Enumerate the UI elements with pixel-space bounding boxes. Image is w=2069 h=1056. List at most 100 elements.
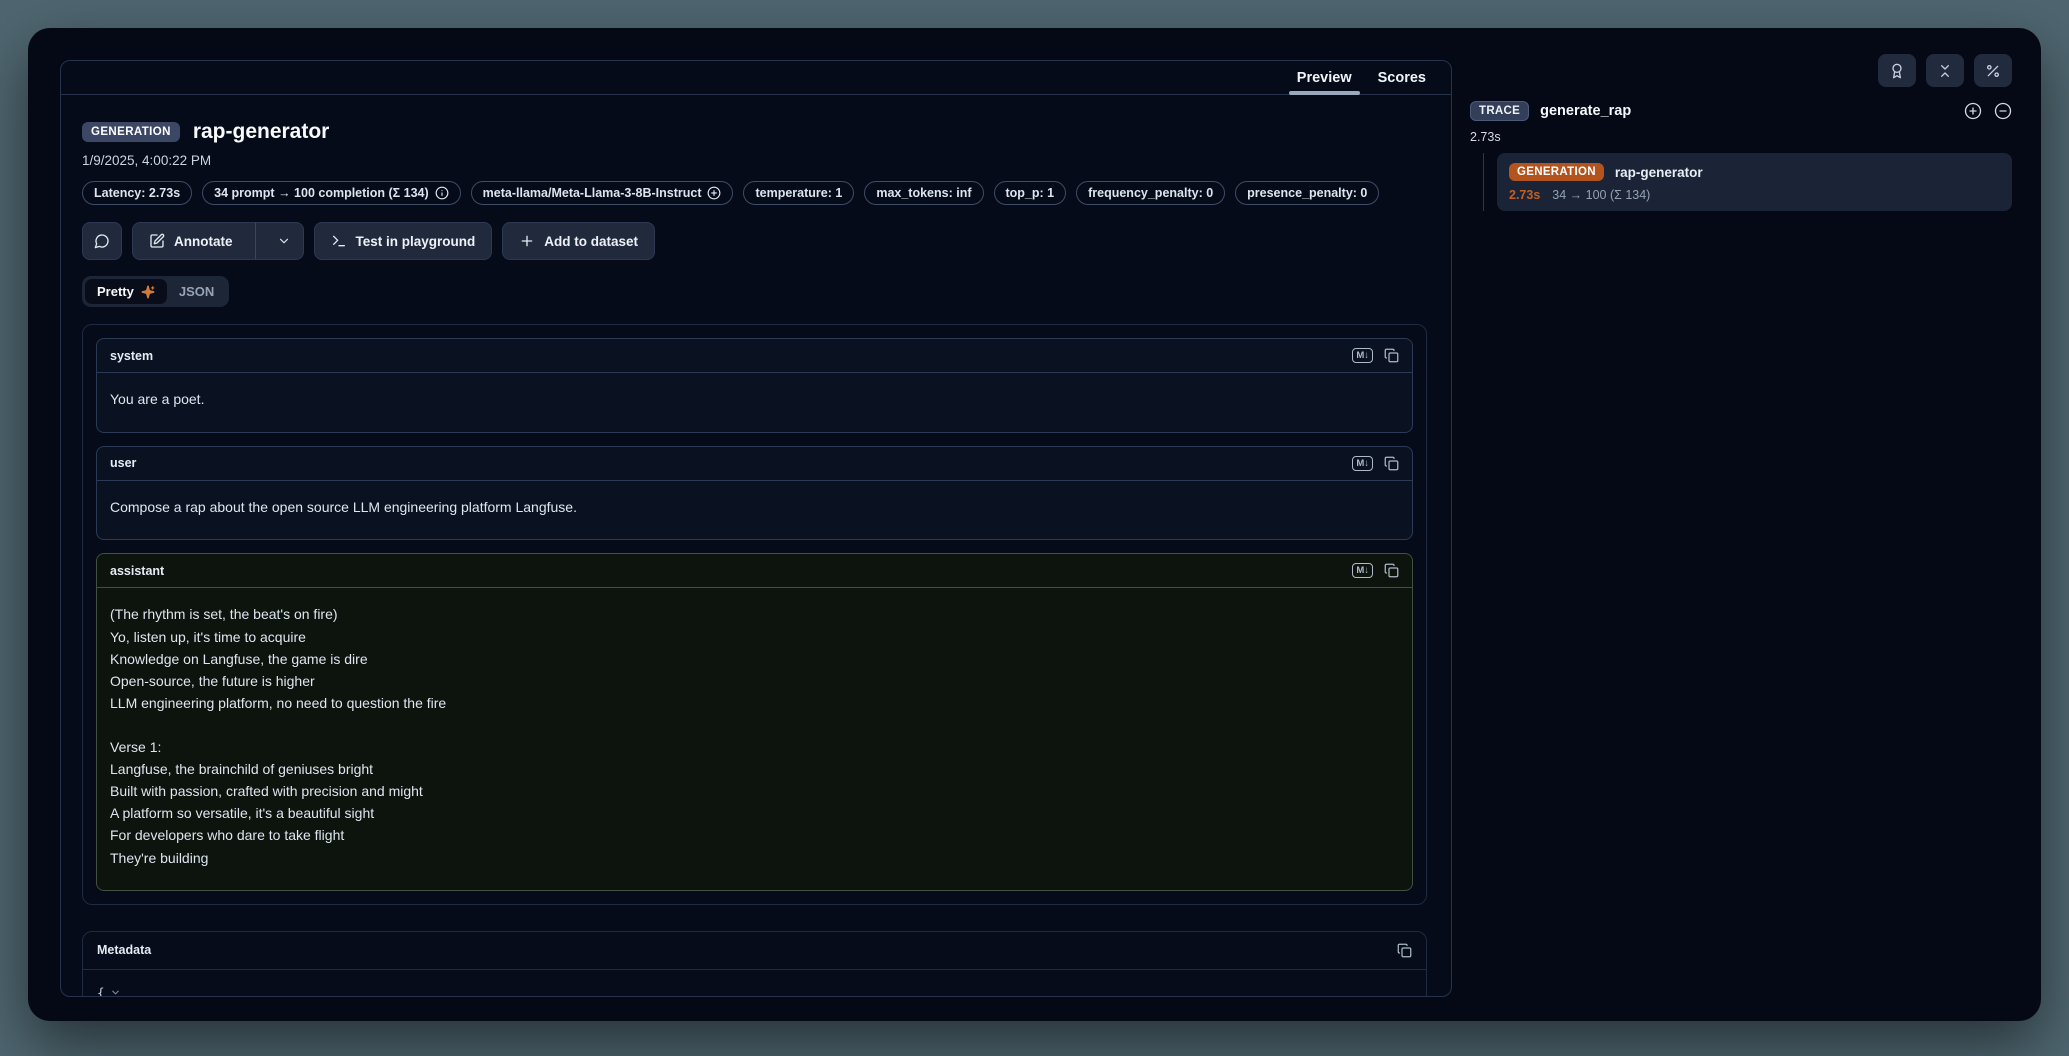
observation-detail-card: Preview Scores GENERATION rap-generator … <box>60 60 1452 997</box>
scores-award-button[interactable] <box>1878 54 1916 87</box>
test-in-playground-button[interactable]: Test in playground <box>314 222 493 260</box>
collapse-all-button[interactable] <box>1994 102 2012 120</box>
copy-button[interactable] <box>1384 348 1399 363</box>
sidebar-action-buttons <box>1470 54 2012 87</box>
markdown-toggle-icon[interactable]: M↓ <box>1352 563 1373 578</box>
system-message-content: You are a poet. <box>97 373 1412 431</box>
presence-penalty-pill-label: presence_penalty: 0 <box>1247 186 1367 200</box>
copy-button[interactable] <box>1384 456 1399 471</box>
percent-icon <box>1985 63 2001 79</box>
open-brace: { <box>97 983 105 996</box>
percent-metrics-button[interactable] <box>1974 54 2012 87</box>
add-to-dataset-button[interactable]: Add to dataset <box>502 222 655 260</box>
trace-name: generate_rap <box>1540 103 1964 119</box>
temperature-pill: temperature: 1 <box>743 181 854 205</box>
json-label: JSON <box>179 284 214 299</box>
annotate-button-label: Annotate <box>174 234 233 249</box>
trace-duration: 2.73s <box>1470 130 2012 144</box>
node-token-usage: 34 → 100 (Σ 134) <box>1552 188 1650 202</box>
annotate-split-button: Annotate <box>132 222 304 260</box>
format-toggle: Pretty JSON <box>82 276 229 307</box>
assistant-role-label: assistant <box>110 564 164 578</box>
node-stats: 2.73s 34 → 100 (Σ 134) <box>1509 188 2000 202</box>
tab-scores[interactable]: Scores <box>1365 61 1439 94</box>
markdown-toggle-icon[interactable]: M↓ <box>1352 456 1373 471</box>
comment-button[interactable] <box>82 222 122 260</box>
metadata-json: { category: "rap" } <box>83 970 1426 996</box>
circle-plus-icon[interactable] <box>707 186 721 200</box>
sparkles-icon <box>141 285 155 299</box>
token-usage-pill: 34 prompt → 100 completion (Σ 134) <box>202 181 461 205</box>
max-tokens-pill-label: max_tokens: inf <box>876 186 971 200</box>
tab-preview-label: Preview <box>1297 70 1352 86</box>
system-message-header: system M↓ <box>97 339 1412 373</box>
user-message-header: user M↓ <box>97 447 1412 481</box>
chevrons-collapse-icon <box>1937 63 1953 79</box>
user-message-panel: user M↓ Compose a rap about the open sou… <box>96 446 1413 541</box>
circle-minus-icon <box>1994 102 2012 120</box>
collapse-json-button[interactable] <box>110 987 121 996</box>
copy-button[interactable] <box>1384 563 1399 578</box>
info-icon[interactable] <box>435 186 449 200</box>
split-divider <box>255 223 256 259</box>
metadata-line-open: { <box>97 983 1412 996</box>
award-icon <box>1889 63 1905 79</box>
node-title-row: GENERATION rap-generator <box>1509 163 2000 181</box>
system-role-label: system <box>110 349 153 363</box>
latency-pill-label: Latency: 2.73s <box>94 186 180 200</box>
format-option-pretty[interactable]: Pretty <box>85 279 167 304</box>
chevron-down-icon <box>110 987 121 996</box>
annotate-dropdown-button[interactable] <box>265 223 303 259</box>
format-option-json[interactable]: JSON <box>167 279 226 304</box>
detail-tabs-bar: Preview Scores <box>61 61 1451 95</box>
latency-pill: Latency: 2.73s <box>82 181 192 205</box>
io-preview-box: system M↓ You are a poet. user <box>82 324 1427 905</box>
top-p-pill: top_p: 1 <box>994 181 1067 205</box>
tree-row: GENERATION rap-generator 2.73s 34 → 100 … <box>1470 153 2012 211</box>
copy-button[interactable] <box>1397 943 1412 958</box>
tab-preview[interactable]: Preview <box>1284 61 1365 94</box>
model-pill: meta-llama/Meta-Llama-3-8B-Instruct <box>471 181 734 205</box>
user-role-label: user <box>110 456 136 470</box>
max-tokens-pill: max_tokens: inf <box>864 181 983 205</box>
user-message-content: Compose a rap about the open source LLM … <box>97 481 1412 539</box>
expand-all-button[interactable] <box>1964 102 1982 120</box>
node-duration: 2.73s <box>1509 188 1540 202</box>
trace-tree-sidebar: TRACE generate_rap 2.73s GENERATION rap-… <box>1470 54 2012 211</box>
pretty-label: Pretty <box>97 284 134 299</box>
trace-tree-root[interactable]: TRACE generate_rap <box>1470 101 2012 121</box>
detail-content: GENERATION rap-generator 1/9/2025, 4:00:… <box>61 95 1451 996</box>
title-row: GENERATION rap-generator <box>82 120 1427 144</box>
action-buttons-row: Annotate Test in playground Add to datas… <box>82 222 1427 260</box>
system-message-tools: M↓ <box>1352 348 1399 363</box>
copy-icon <box>1384 456 1399 471</box>
top-p-pill-label: top_p: 1 <box>1006 186 1055 200</box>
frequency-penalty-pill-label: frequency_penalty: 0 <box>1088 186 1213 200</box>
metadata-title: Metadata <box>97 943 151 957</box>
assistant-message-content: (The rhythm is set, the beat's on fire) … <box>97 588 1412 889</box>
terminal-icon <box>331 233 347 249</box>
copy-icon <box>1384 348 1399 363</box>
assistant-message-panel: assistant M↓ (The rhythm is set, the bea… <box>96 553 1413 891</box>
chevron-down-icon <box>277 234 291 248</box>
generation-node-name: rap-generator <box>1615 165 1703 180</box>
test-in-playground-label: Test in playground <box>356 234 476 249</box>
collapse-panel-button[interactable] <box>1926 54 1964 87</box>
trace-type-badge: TRACE <box>1470 101 1529 121</box>
assistant-message-tools: M↓ <box>1352 563 1399 578</box>
token-usage-pill-label: 34 prompt → 100 completion (Σ 134) <box>214 186 429 200</box>
markdown-toggle-icon[interactable]: M↓ <box>1352 348 1373 363</box>
comment-icon <box>94 233 110 249</box>
copy-icon <box>1384 563 1399 578</box>
annotate-button[interactable]: Annotate <box>133 223 246 259</box>
metadata-panel: Metadata { category: "rap" } <box>82 931 1427 996</box>
observation-timestamp: 1/9/2025, 4:00:22 PM <box>82 153 1427 168</box>
tab-scores-label: Scores <box>1378 70 1426 86</box>
system-message-panel: system M↓ You are a poet. <box>96 338 1413 433</box>
plus-icon <box>519 233 535 249</box>
edit-icon <box>149 233 165 249</box>
stat-pill-row: Latency: 2.73s 34 prompt → 100 completio… <box>82 181 1427 205</box>
tree-connector-line <box>1483 153 1484 211</box>
generation-tree-node[interactable]: GENERATION rap-generator 2.73s 34 → 100 … <box>1497 153 2012 211</box>
generation-type-badge: GENERATION <box>1509 163 1604 181</box>
